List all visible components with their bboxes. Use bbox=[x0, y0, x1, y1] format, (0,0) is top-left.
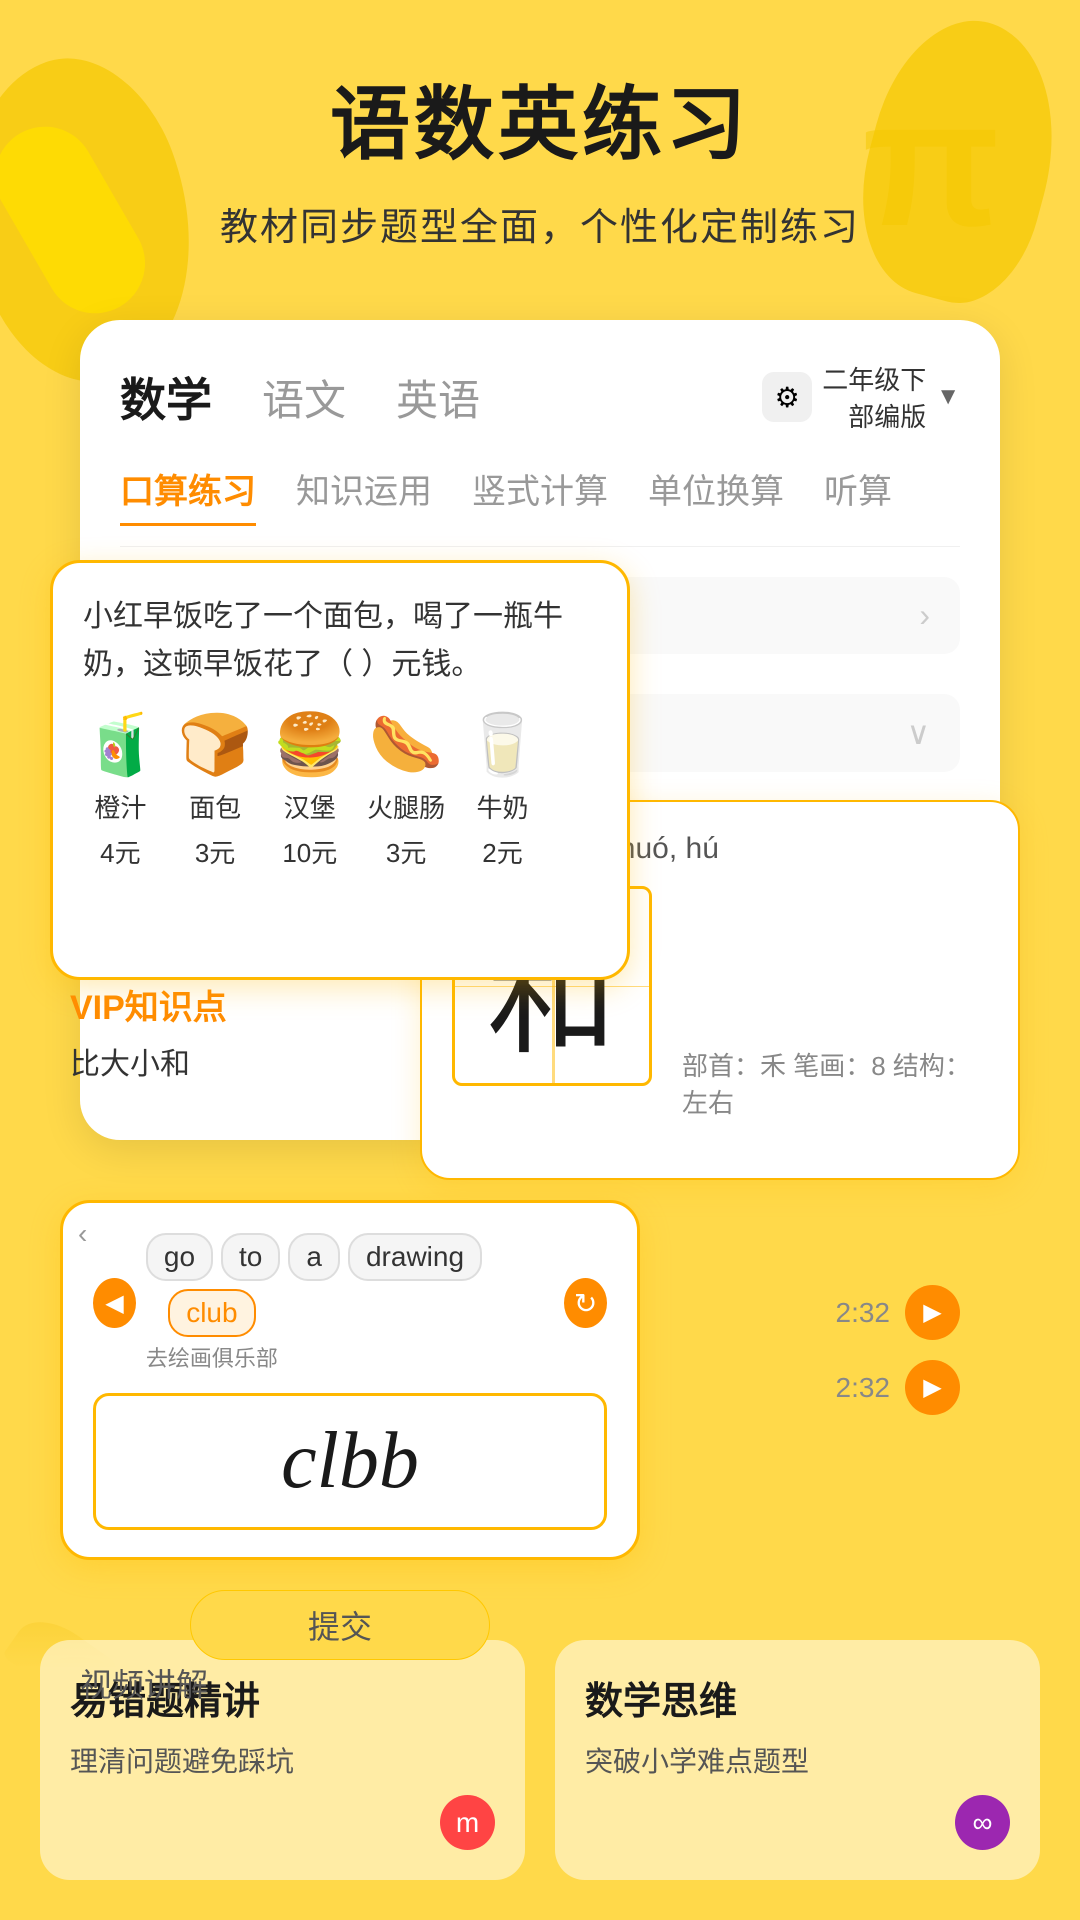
subtab-knowledge[interactable]: 知识运用 bbox=[296, 464, 432, 526]
submit-button[interactable]: 提交 bbox=[190, 1590, 490, 1660]
english-card: ‹ ◀ go to a drawing club 去绘画俱乐部 ↻ clbb bbox=[60, 1200, 640, 1560]
bottom-section: 易错题精讲 理清问题避免踩坑 m 数学思维 突破小学难点题型 ∞ bbox=[0, 1560, 1080, 1920]
burger-name: 汉堡 bbox=[284, 788, 336, 825]
compare-label: 比大小和 bbox=[70, 1039, 450, 1083]
time-text-2: 2:32 bbox=[836, 1372, 891, 1404]
sausage-name: 火腿肠 bbox=[367, 788, 445, 825]
grade-dropdown-icon[interactable]: ▼ bbox=[936, 383, 960, 411]
arrow-right-icon: › bbox=[919, 597, 930, 634]
subtab-oral[interactable]: 口算练习 bbox=[120, 464, 256, 526]
burger-icon: 🍔 bbox=[272, 709, 347, 780]
page-subtitle: 教材同步题型全面，个性化定制练习 bbox=[220, 196, 860, 251]
milk-price: 2元 bbox=[482, 833, 522, 870]
time-badge-1: 2:32 ▶ bbox=[836, 1285, 961, 1340]
play-button-1[interactable]: ▶ bbox=[905, 1285, 960, 1340]
english-top-bar: ◀ go to a drawing club 去绘画俱乐部 ↻ bbox=[93, 1233, 607, 1373]
vip-section: VIP知识点 比大小和 bbox=[70, 980, 450, 1083]
bottom-card-2-desc: 突破小学难点题型 bbox=[585, 1740, 1010, 1780]
word-chip-go[interactable]: go bbox=[146, 1233, 213, 1281]
subtab-unit[interactable]: 单位换算 bbox=[648, 464, 784, 526]
grade-line2: 部编版 bbox=[848, 397, 926, 434]
translation-hint-chip: 去绘画俱乐部 bbox=[146, 1341, 278, 1373]
settings-icon[interactable]: ⚙ bbox=[762, 372, 812, 422]
food-item-burger: 🍔 汉堡 10元 bbox=[272, 709, 347, 870]
bottom-card-thinking[interactable]: 数学思维 突破小学难点题型 ∞ bbox=[555, 1640, 1040, 1880]
food-item-sausage: 🌭 火腿肠 3元 bbox=[367, 709, 445, 870]
bread-icon: 🍞 bbox=[178, 709, 253, 780]
tab-math[interactable]: 数学 bbox=[120, 364, 212, 430]
milk-name: 牛奶 bbox=[477, 788, 529, 825]
back-arrow-icon[interactable]: ‹ bbox=[78, 1218, 87, 1250]
bottom-card-2-icon: ∞ bbox=[955, 1795, 1010, 1850]
bread-name: 面包 bbox=[189, 788, 241, 825]
word-chip-a[interactable]: a bbox=[288, 1233, 340, 1281]
dropdown-icon: ∨ bbox=[907, 714, 930, 752]
word-chip-to[interactable]: to bbox=[221, 1233, 280, 1281]
tab-english[interactable]: 英语 bbox=[396, 367, 480, 428]
math-problem-card: 小红早饭吃了一个面包，喝了一瓶牛奶，这顿早饭花了（ ）元钱。 🧃 橙汁 4元 🍞… bbox=[50, 560, 630, 980]
food-items-list: 🧃 橙汁 4元 🍞 面包 3元 🍔 汉堡 10元 🌭 火腿肠 3元 🥛 bbox=[83, 709, 597, 870]
tab-chinese[interactable]: 语文 bbox=[262, 367, 346, 428]
food-item-milk: 🥛 牛奶 2元 bbox=[465, 709, 540, 870]
juice-icon: 🧃 bbox=[83, 709, 158, 780]
sausage-icon: 🌭 bbox=[369, 709, 444, 780]
word-chip-club[interactable]: club bbox=[168, 1289, 255, 1337]
audio-button[interactable]: ◀ bbox=[93, 1278, 136, 1328]
juice-price: 4元 bbox=[100, 833, 140, 870]
time-badge-2: 2:32 ▶ bbox=[836, 1360, 961, 1415]
time-text-1: 2:32 bbox=[836, 1297, 891, 1329]
milk-icon: 🥛 bbox=[465, 709, 540, 780]
subtab-vertical[interactable]: 竖式计算 bbox=[472, 464, 608, 526]
food-item-juice: 🧃 橙汁 4元 bbox=[83, 709, 158, 870]
refresh-button[interactable]: ↻ bbox=[564, 1278, 607, 1328]
bottom-card-1-icon: m bbox=[440, 1795, 495, 1850]
vip-label: VIP知识点 bbox=[70, 980, 450, 1029]
grade-line1: 二年级下 bbox=[822, 360, 926, 397]
tab-bar: 数学 语文 英语 ⚙ 二年级下 部编版 ▼ bbox=[120, 360, 960, 434]
english-answer-text: clbb bbox=[281, 1416, 419, 1507]
bottom-card-2-title: 数学思维 bbox=[585, 1670, 1010, 1725]
burger-price: 10元 bbox=[282, 833, 337, 870]
word-chip-drawing[interactable]: drawing bbox=[348, 1233, 482, 1281]
page-title: 语数英练习 bbox=[330, 60, 750, 176]
subtab-bar: 口算练习 知识运用 竖式计算 单位换算 听算 bbox=[120, 464, 960, 547]
word-chips: go to a drawing club 去绘画俱乐部 bbox=[146, 1233, 554, 1373]
char-info: 部首：禾 笔画：8 结构：左右 bbox=[682, 1046, 988, 1120]
bread-price: 3元 bbox=[195, 833, 235, 870]
sausage-price: 3元 bbox=[386, 833, 426, 870]
food-item-bread: 🍞 面包 3元 bbox=[178, 709, 253, 870]
bottom-card-1-desc: 理清问题避免踩坑 bbox=[70, 1740, 495, 1780]
juice-name: 橙汁 bbox=[94, 788, 146, 825]
subtab-listening[interactable]: 听算 bbox=[824, 464, 892, 526]
english-answer-box: clbb bbox=[93, 1393, 607, 1530]
play-button-2[interactable]: ▶ bbox=[905, 1360, 960, 1415]
video-label: 视频讲解 bbox=[80, 1660, 208, 1706]
submit-label: 提交 bbox=[308, 1602, 372, 1648]
math-problem-text: 小红早饭吃了一个面包，喝了一瓶牛奶，这顿早饭花了（ ）元钱。 bbox=[83, 593, 597, 689]
